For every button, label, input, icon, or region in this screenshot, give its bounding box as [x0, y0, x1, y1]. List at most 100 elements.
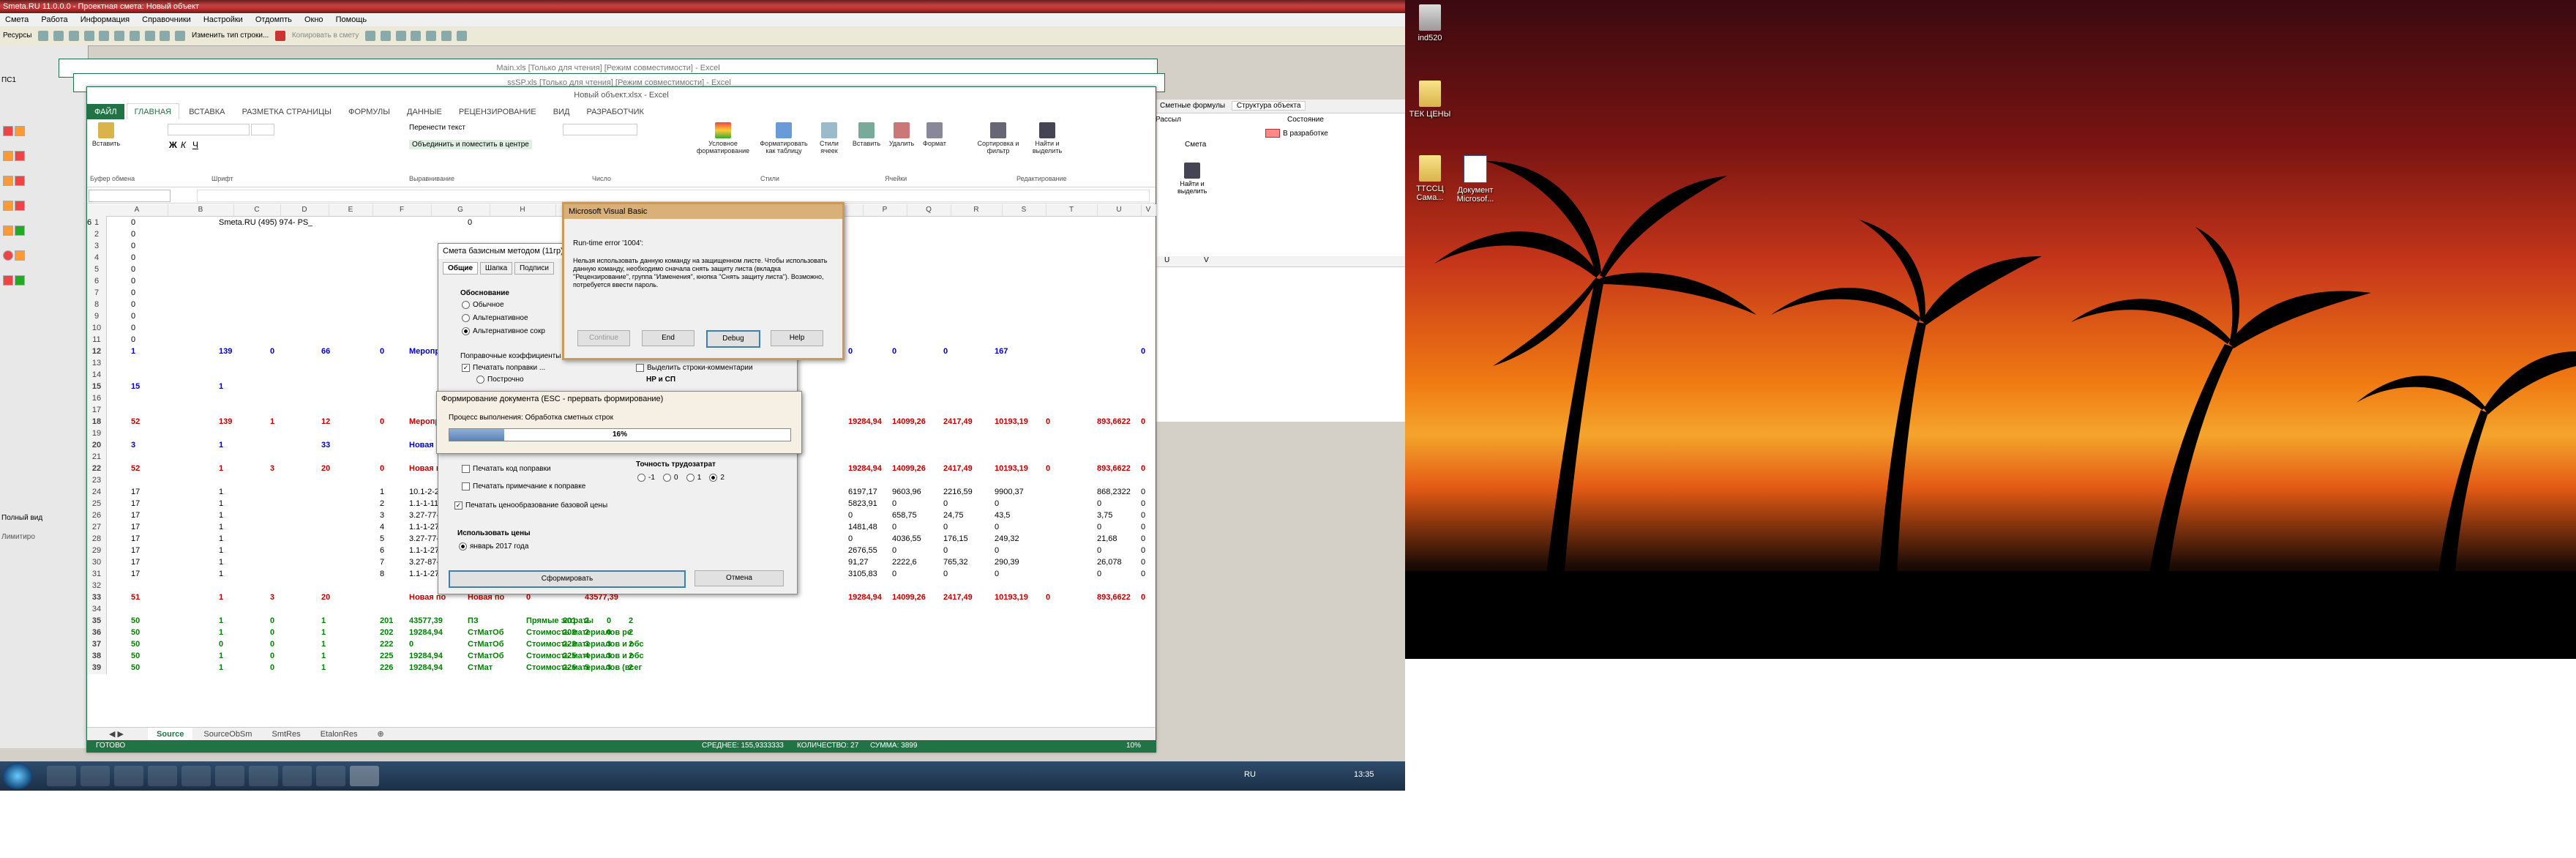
debug-button[interactable]: Debug [706, 330, 760, 348]
radio[interactable] [637, 474, 645, 482]
table-cell[interactable]: 0 [270, 661, 274, 674]
tab-smeta-formulas[interactable]: Сметные формулы [1156, 102, 1229, 110]
menu-info[interactable]: Информация [75, 13, 135, 26]
bold-button[interactable]: Ж [169, 140, 177, 150]
column-header[interactable]: G [431, 204, 490, 216]
row-number[interactable]: 39 [87, 661, 107, 674]
column-header[interactable]: B [168, 204, 234, 216]
toolbar-icon[interactable] [68, 31, 79, 41]
tab-file[interactable]: ФАЙЛ [87, 104, 124, 120]
column-header[interactable]: Q [907, 204, 951, 216]
find-select-button[interactable]: Найти и выделить [1177, 163, 1207, 195]
merge-center-button[interactable]: Объединить и поместить в центре [409, 140, 532, 149]
column-header[interactable]: T [1046, 204, 1098, 216]
column-header[interactable]: P [863, 204, 907, 216]
table-cell[interactable]: СтМат [468, 661, 493, 674]
cell-styles-button[interactable]: Стили ячеек [815, 122, 844, 154]
toolbar-icon[interactable] [129, 31, 140, 41]
toolbar-icon[interactable] [99, 31, 110, 41]
clock[interactable]: 13:35 [1354, 770, 1374, 779]
menu-rabota[interactable]: Работа [36, 13, 72, 26]
copy-to-smeta-button[interactable]: Копировать в смету [289, 31, 362, 40]
toolbar-icon[interactable] [365, 31, 376, 41]
column-header[interactable]: H [490, 204, 556, 216]
checkbox-checked[interactable]: ✓ [462, 364, 470, 372]
format-cells-button[interactable]: Формат [920, 122, 949, 147]
desktop-icon-tssc[interactable]: ТТССЦ Сама... [1408, 155, 1452, 202]
table-cell[interactable]: 1 [321, 661, 326, 674]
toolbar-icon[interactable] [426, 31, 437, 41]
toolbar-icon[interactable] [83, 31, 94, 41]
toolbar-icon[interactable] [114, 31, 125, 41]
table-cell[interactable]: 226 [563, 661, 576, 674]
tab-page-layout[interactable]: РАЗМЕТКА СТРАНИЦЫ [235, 104, 339, 120]
checkbox[interactable] [636, 364, 644, 372]
tab-object-structure[interactable]: Структура объекта [1231, 101, 1306, 111]
radio[interactable] [476, 376, 484, 384]
column-header[interactable]: A [106, 204, 168, 216]
radio[interactable] [462, 301, 470, 309]
column-header[interactable]: U [1097, 204, 1142, 216]
toolbar-icon[interactable] [38, 31, 49, 41]
sheet-tab-sourceobsm[interactable]: SourceObSm [195, 728, 261, 741]
coef-build-radio[interactable]: Построчно [476, 376, 524, 384]
toolbar-icon[interactable] [53, 31, 64, 41]
menu-spravochniki[interactable]: Справочники [137, 13, 196, 26]
toolbar-icon[interactable] [456, 31, 467, 41]
price-date-radio[interactable]: январь 2017 года [459, 542, 528, 551]
taskbar-app-icon[interactable] [47, 766, 76, 786]
table-cell[interactable]: 50 [131, 661, 140, 674]
language-indicator[interactable]: RU [1244, 770, 1256, 779]
name-box[interactable] [89, 190, 171, 202]
cond-format-button[interactable]: Условное форматирование [694, 122, 752, 154]
toolbar-icon[interactable] [380, 31, 391, 41]
taskbar-app-icon[interactable] [80, 766, 110, 786]
taskbar-app-icon[interactable] [282, 766, 312, 786]
toolbar-icon[interactable] [160, 31, 171, 41]
formula-input[interactable] [197, 190, 1150, 202]
column-header[interactable]: F [372, 204, 432, 216]
print-base-price-checkbox[interactable]: ✓ Печатать ценообразование базовой цены [454, 501, 607, 510]
tab-data[interactable]: ДАННЫЕ [400, 104, 449, 120]
desktop-icon-ind520[interactable]: ind520 [1408, 4, 1452, 42]
checkbox[interactable] [462, 482, 470, 490]
radio[interactable] [686, 474, 694, 482]
tab-header[interactable]: Шапка [479, 262, 513, 275]
toolbar-icon[interactable] [144, 31, 155, 41]
change-row-type-button[interactable]: Изменить тип строки... [189, 31, 272, 40]
tab-signatures[interactable]: Подписи [514, 262, 554, 275]
basis-option-alt[interactable]: Альтернативное [462, 314, 528, 322]
radio[interactable] [462, 314, 470, 322]
find-button[interactable]: Найти и выделить [1025, 122, 1069, 154]
radio-selected[interactable] [709, 474, 718, 482]
toolbar-icon[interactable] [395, 31, 406, 41]
underline-button[interactable]: Ч [192, 140, 198, 150]
highlight-comments-checkbox[interactable]: Выделить строки-комментарии [636, 364, 753, 372]
tab-general[interactable]: Общие [443, 262, 479, 275]
taskbar-app-icon[interactable] [114, 766, 143, 786]
toolbar-icon[interactable] [175, 31, 186, 41]
column-header[interactable]: E [329, 204, 373, 216]
cancel-button[interactable]: Отмена [694, 570, 784, 586]
state-select[interactable]: В разработке [1265, 129, 1397, 139]
table-cell[interactable]: 19284,94 [409, 661, 443, 674]
form-button[interactable]: Сформировать [449, 570, 686, 588]
column-header[interactable]: C [233, 204, 281, 216]
table-cell[interactable]: 5 [585, 661, 589, 674]
menu-smeta[interactable]: Смета [0, 13, 34, 26]
zoom-level[interactable]: 10% [1126, 740, 1141, 752]
print-code-checkbox[interactable]: Печатать код поправки [462, 465, 551, 473]
basis-option-alt-short[interactable]: Альтернативное сокр [462, 327, 545, 335]
format-table-button[interactable]: Форматировать как таблицу [755, 122, 813, 154]
basis-option-normal[interactable]: Обычное [462, 301, 504, 309]
continue-button[interactable]: Continue [577, 330, 630, 346]
delete-cells-button[interactable]: Удалить [885, 122, 918, 147]
tab-home[interactable]: ГЛАВНАЯ [126, 103, 180, 121]
tab-review[interactable]: РЕЦЕНЗИРОВАНИЕ [452, 104, 544, 120]
sheet-tab-etalonres[interactable]: EtalonRes [312, 728, 367, 741]
paste-button[interactable]: Вставить [91, 122, 121, 147]
column-header[interactable]: S [1002, 204, 1046, 216]
sort-filter-button[interactable]: Сортировка и фильтр [973, 122, 1024, 154]
insert-cells-button[interactable]: Вставить [850, 122, 883, 147]
taskbar-excel-icon[interactable] [350, 766, 379, 786]
